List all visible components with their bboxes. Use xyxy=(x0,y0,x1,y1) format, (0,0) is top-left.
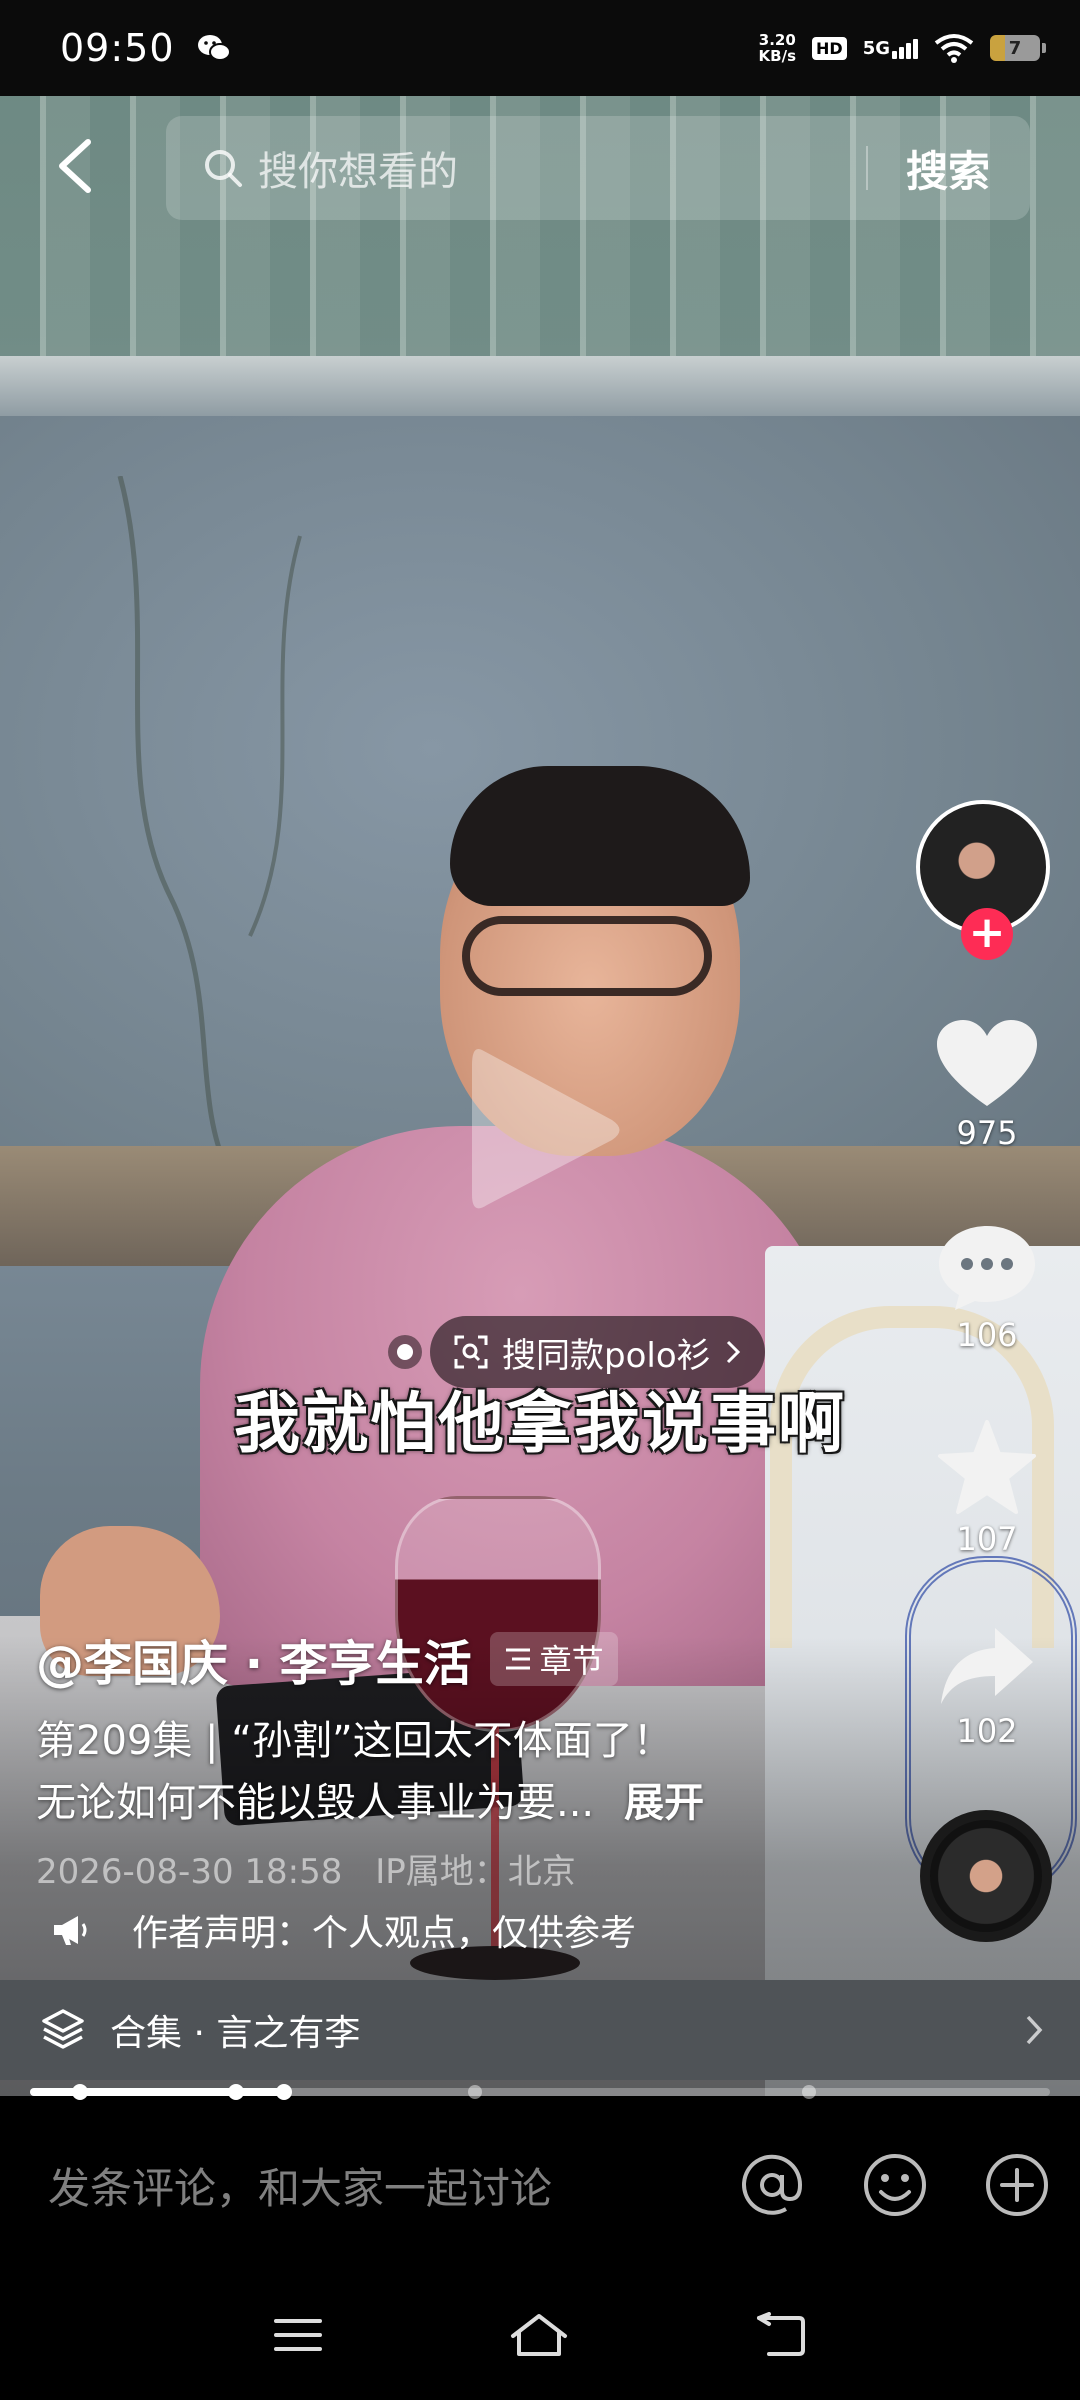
video-description: 第209集 | “孙割”这回太不体面了！ 无论如何不能以毁人事业为要... 展开 xyxy=(36,1710,896,1834)
status-indicators: 3.20 KB/s HD 5G 7 xyxy=(758,31,1046,65)
home-icon[interactable] xyxy=(509,2312,569,2358)
share-count: 102 xyxy=(956,1712,1018,1750)
music-disc[interactable] xyxy=(920,1810,1052,1942)
heart-icon xyxy=(937,1020,1037,1106)
chapter-button[interactable]: 章节 xyxy=(489,1632,618,1686)
image-search-icon xyxy=(454,1335,488,1369)
share-arrow-icon xyxy=(941,1628,1033,1704)
expand-button[interactable]: 展开 xyxy=(624,1780,704,1826)
publish-date: 2026-08-30 18:58 xyxy=(36,1852,343,1892)
chapter-marker xyxy=(72,2084,88,2100)
favorite-count: 107 xyxy=(956,1520,1018,1558)
search-input[interactable]: 搜你想看的 xyxy=(258,139,458,197)
author-declaration: 作者声明：个人观点，仅供参考 xyxy=(52,1904,636,1956)
list-icon xyxy=(505,1648,530,1670)
collection-label: 合集 · 言之有李 xyxy=(110,2013,361,2054)
video-scene-ledge xyxy=(0,356,1080,416)
screen: 09:50 3.20 KB/s HD 5G 7 搜你想看的 搜索 + 975 1… xyxy=(0,0,1080,2400)
comment-button[interactable]: 106 xyxy=(930,1222,1044,1354)
description-line-2: 无论如何不能以毁人事业为要... xyxy=(36,1780,595,1826)
like-button[interactable]: 975 xyxy=(930,1020,1044,1152)
author-row: @李国庆 · 李亨生活 章节 xyxy=(36,1624,618,1694)
battery-icon: 7 xyxy=(990,35,1046,61)
video-progress-bar[interactable] xyxy=(30,2084,1050,2100)
video-scene-vine xyxy=(117,476,302,1176)
chevron-left-icon[interactable] xyxy=(50,136,100,196)
search-bar[interactable]: 搜你想看的 搜索 xyxy=(166,116,1030,220)
search-icon xyxy=(205,150,242,187)
chip-dot-icon xyxy=(388,1335,422,1369)
chapter-marker xyxy=(802,2085,816,2099)
system-nav-bar xyxy=(0,2270,1080,2400)
back-icon[interactable] xyxy=(755,2312,807,2358)
hd-badge: HD xyxy=(812,36,847,60)
author-name[interactable]: @李国庆 · 李亨生活 xyxy=(36,1624,472,1694)
share-button[interactable]: 102 xyxy=(930,1624,1044,1750)
progress-fill xyxy=(30,2088,285,2096)
status-bar: 09:50 3.20 KB/s HD 5G 7 xyxy=(0,0,1080,96)
layers-icon xyxy=(42,2009,84,2049)
menu-icon[interactable] xyxy=(273,2315,323,2355)
chapter-label: 章节 xyxy=(539,1642,604,1680)
chapter-marker xyxy=(468,2085,482,2099)
declaration-text: 作者声明：个人观点，仅供参考 xyxy=(132,1913,637,1954)
video-subtitle: 我就怕他拿我说事啊 xyxy=(234,1385,846,1462)
comment-bubble-icon xyxy=(939,1226,1035,1310)
chevron-right-icon xyxy=(726,1340,740,1364)
at-icon[interactable] xyxy=(738,2151,806,2219)
author-avatar-group[interactable]: + xyxy=(916,800,1058,960)
video-person-glasses xyxy=(462,916,712,996)
video-meta: 2026-08-30 18:58 IP属地：北京 xyxy=(36,1844,576,1893)
status-time: 09:50 xyxy=(60,26,175,70)
play-icon[interactable] xyxy=(452,1040,632,1220)
search-divider xyxy=(865,146,868,190)
wifi-icon xyxy=(934,34,974,63)
like-count: 975 xyxy=(956,1114,1018,1152)
megaphone-icon xyxy=(54,1916,87,1945)
search-button[interactable]: 搜索 xyxy=(906,138,990,199)
ip-location: IP属地：北京 xyxy=(375,1852,576,1892)
comment-bar: 发条评论，和大家一起讨论 xyxy=(0,2100,1080,2270)
collection-bar[interactable]: 合集 · 言之有李 xyxy=(0,1980,1080,2080)
cellular-signal-icon: 5G xyxy=(863,38,918,59)
follow-plus-icon[interactable]: + xyxy=(961,908,1013,960)
comment-count: 106 xyxy=(956,1316,1018,1354)
smile-icon[interactable] xyxy=(862,2152,928,2218)
plus-circle-icon[interactable] xyxy=(984,2152,1050,2218)
progress-handle[interactable] xyxy=(276,2084,292,2100)
chevron-right-icon xyxy=(1026,2015,1043,2045)
net-speed: 3.20 KB/s xyxy=(758,31,797,65)
chapter-marker xyxy=(228,2084,244,2100)
comment-tools xyxy=(738,2151,1050,2219)
comment-input[interactable]: 发条评论，和大家一起讨论 xyxy=(48,2155,552,2216)
description-line-1: 第209集 | “孙割”这回太不体面了！ xyxy=(36,1718,673,1764)
wechat-icon xyxy=(197,35,231,61)
